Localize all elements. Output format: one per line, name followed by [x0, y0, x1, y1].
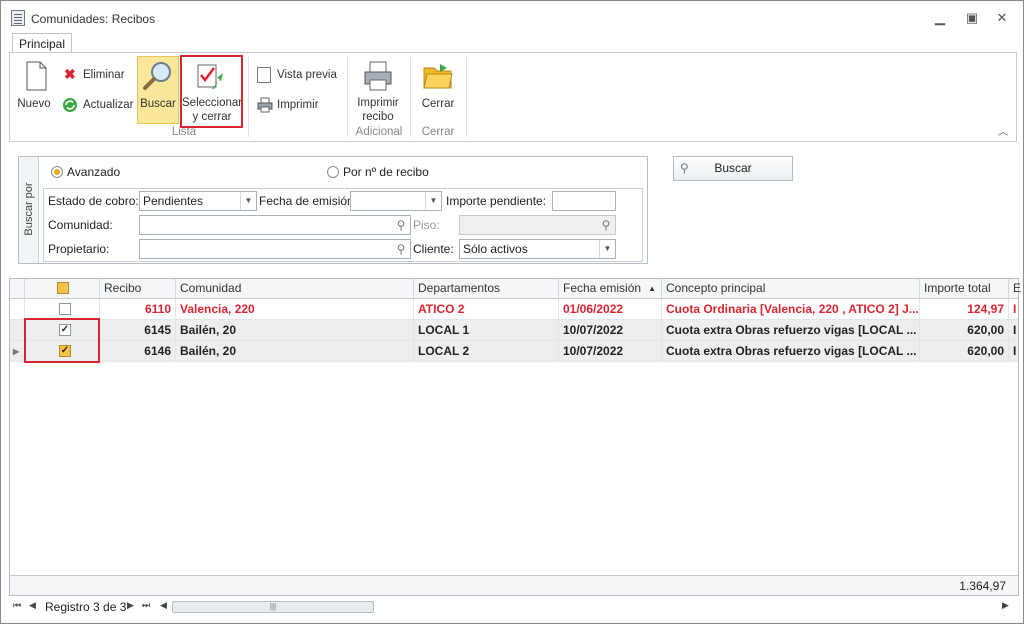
importe-pendiente-input[interactable]	[552, 191, 616, 211]
column-comunidad[interactable]: Comunidad	[176, 279, 414, 299]
grid-footer: 1.364,97	[10, 575, 1018, 595]
buscar-search-button[interactable]: ⚲ Buscar	[673, 156, 793, 181]
vista-previa-button[interactable]: Vista previa	[257, 65, 339, 85]
table-row[interactable]: 6110 Valencia, 220 ATICO 2 01/06/2022 Cu…	[10, 299, 1018, 320]
group-label-cerrar: Cerrar	[421, 126, 455, 138]
grid-header: Recibo Comunidad Departamentos Fecha emi…	[10, 279, 1021, 299]
prev-record-icon[interactable]: ◀	[29, 600, 36, 611]
minimize-icon[interactable]: ▁	[929, 9, 951, 27]
imprimir-recibo-button[interactable]: Imprimir recibo	[352, 56, 404, 126]
imprimir-button[interactable]: Imprimir	[257, 95, 327, 115]
printer-icon	[257, 97, 273, 113]
next-record-icon[interactable]: ▶	[127, 600, 134, 611]
annotation-highlight	[24, 318, 100, 363]
cliente-select[interactable]: Sólo activos ▼	[459, 239, 616, 259]
radio-avanzado[interactable]	[51, 166, 63, 178]
record-navigator: ⏮ ◀ Registro 3 de 3 ▶ ⏭ ◀ ||| ▶	[9, 598, 1019, 616]
radio-por-recibo[interactable]	[327, 166, 339, 178]
print-receipt-icon	[364, 61, 392, 91]
estado-cobro-select[interactable]: Pendientes ▼	[139, 191, 257, 211]
annotation-highlight	[180, 55, 243, 128]
group-label-adicional: Adicional	[355, 126, 403, 138]
title-bar: Comunidades: Recibos ▁ ▣ ✕	[1, 1, 1023, 35]
magnifier-icon	[143, 62, 171, 90]
preview-icon	[257, 67, 271, 83]
buscar-button[interactable]: Buscar	[137, 56, 179, 124]
scroll-right-icon[interactable]: ▶	[1002, 600, 1009, 611]
sort-asc-icon: ▲	[648, 284, 656, 293]
refresh-icon	[63, 98, 77, 112]
fecha-emision-select[interactable]: ▼	[350, 191, 442, 211]
column-e[interactable]: E	[1009, 279, 1021, 299]
total-importe: 1.364,97	[959, 579, 1006, 593]
cerrar-button[interactable]: Cerrar	[414, 56, 462, 124]
close-icon[interactable]: ✕	[991, 9, 1013, 27]
row-checkbox[interactable]	[59, 303, 71, 315]
last-record-icon[interactable]: ⏭	[142, 600, 150, 611]
search-icon: ⚲	[680, 161, 689, 175]
chevron-down-icon: ▼	[425, 192, 441, 210]
app-icon	[11, 10, 25, 26]
recibos-grid: Recibo Comunidad Departamentos Fecha emi…	[9, 278, 1021, 596]
search-icon: ⚲	[396, 218, 406, 232]
app-window: Comunidades: Recibos ▁ ▣ ✕ Principal Nue…	[0, 0, 1024, 624]
row-indicator-icon: ▶	[10, 341, 25, 362]
ribbon: Nuevo ✖ Eliminar Actualizar Buscar Selec…	[9, 52, 1017, 142]
search-icon: ⚲	[601, 218, 611, 232]
select-all-checkbox	[57, 282, 69, 294]
search-icon: ⚲	[396, 242, 406, 256]
column-concepto[interactable]: Concepto principal	[662, 279, 920, 299]
chevron-down-icon: ▼	[240, 192, 256, 210]
chevron-down-icon: ▼	[599, 240, 615, 258]
window-title: Comunidades: Recibos	[31, 12, 156, 26]
buscar-por-label: Buscar por	[19, 157, 39, 263]
folder-close-icon	[423, 64, 453, 89]
restore-icon[interactable]: ▣	[961, 9, 983, 27]
select-all-header[interactable]	[25, 279, 100, 299]
actualizar-button[interactable]: Actualizar	[62, 95, 138, 115]
table-row[interactable]: ▶ ✓ 6146 Bailén, 20 LOCAL 2 10/07/2022 C…	[10, 341, 1018, 362]
nuevo-button[interactable]: Nuevo	[14, 56, 54, 124]
horizontal-scrollbar-thumb[interactable]: |||	[172, 601, 374, 613]
filter-fields: Estado de cobro: Pendientes ▼ Fecha de em…	[43, 188, 643, 262]
first-record-icon[interactable]: ⏮	[13, 600, 21, 611]
new-document-icon	[26, 61, 47, 91]
comunidad-input[interactable]: ⚲	[139, 215, 411, 235]
column-departamentos[interactable]: Departamentos	[414, 279, 559, 299]
table-row[interactable]: ✓ 6145 Bailén, 20 LOCAL 1 10/07/2022 Cuo…	[10, 320, 1018, 341]
search-filter-panel: Buscar por Avanzado Por nº de recibo Est…	[18, 156, 648, 264]
ribbon-tabs: Principal	[1, 31, 1023, 55]
column-recibo[interactable]: Recibo	[100, 279, 176, 299]
collapse-ribbon-icon[interactable]: ︿	[998, 123, 1008, 138]
column-fecha-emision[interactable]: Fecha emisión ▲	[559, 279, 662, 299]
eliminar-button[interactable]: ✖ Eliminar	[62, 65, 132, 85]
scroll-left-icon[interactable]: ◀	[160, 600, 167, 611]
propietario-input[interactable]: ⚲	[139, 239, 411, 259]
piso-input: ⚲	[459, 215, 616, 235]
column-importe-total[interactable]: Importe total	[920, 279, 1009, 299]
delete-x-icon: ✖	[64, 66, 76, 82]
record-counter: Registro 3 de 3	[45, 600, 127, 614]
